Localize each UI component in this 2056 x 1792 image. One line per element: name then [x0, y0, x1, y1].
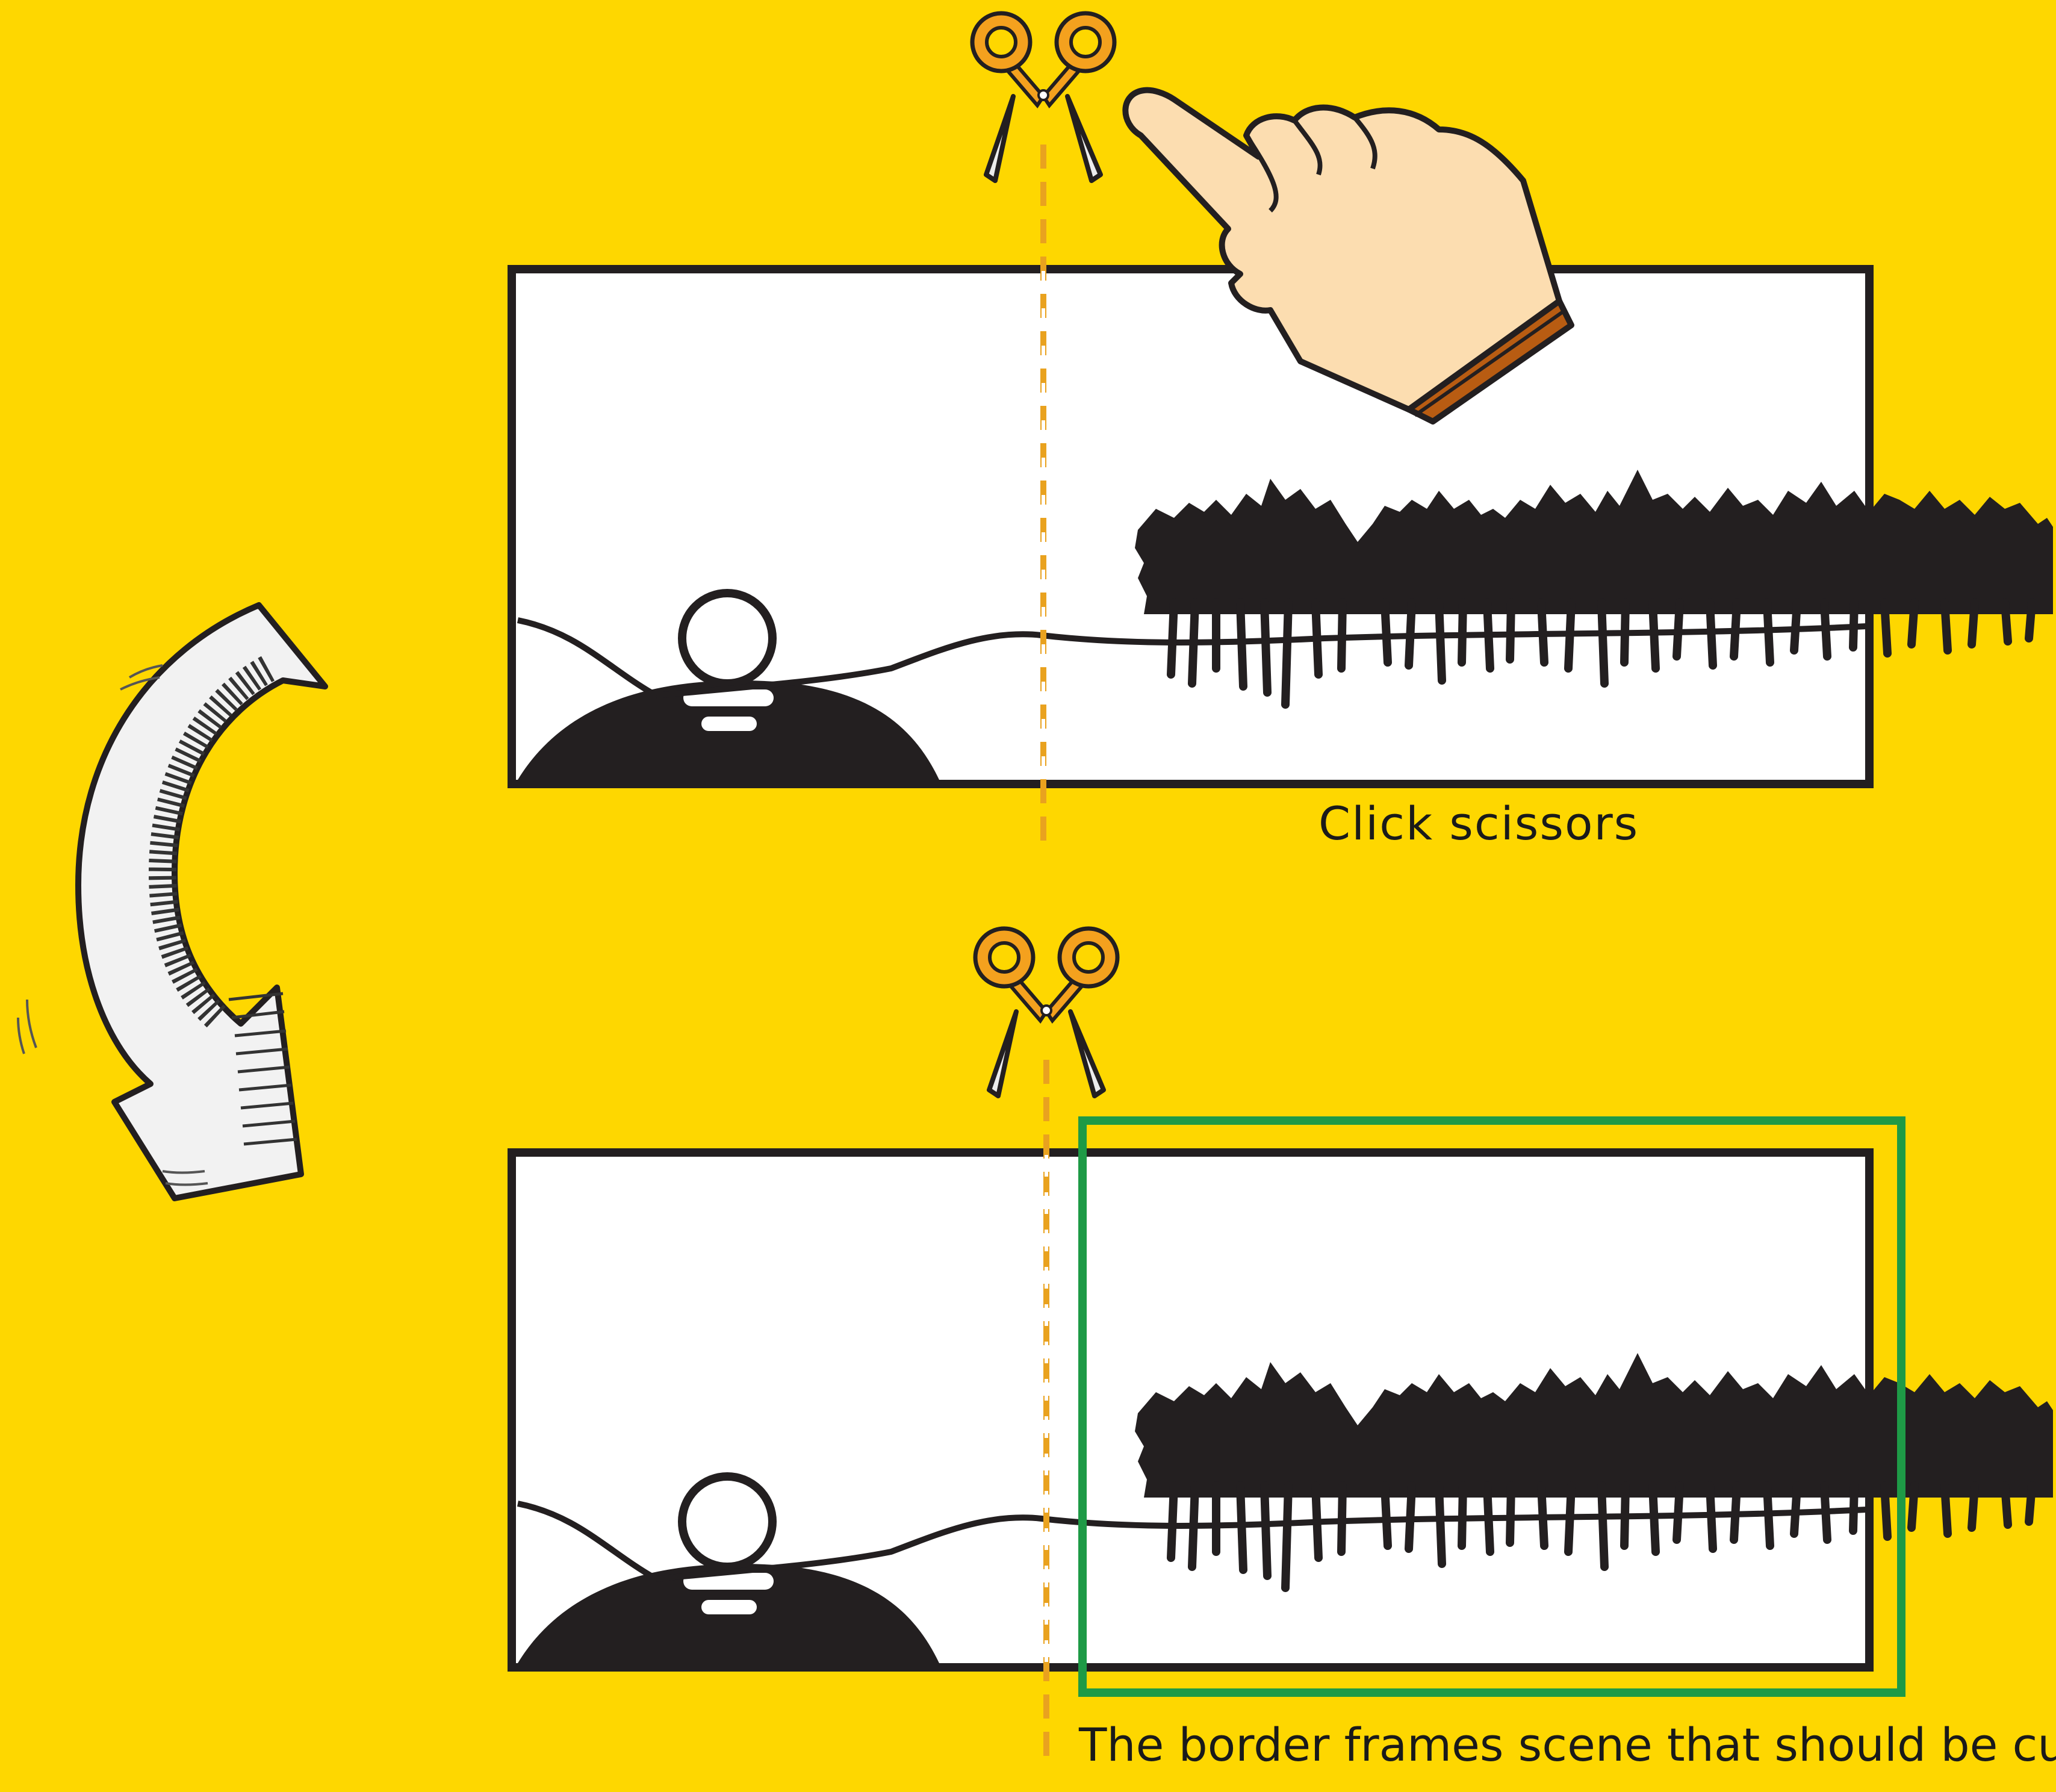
caption-click-scissors: Click scissors: [1318, 797, 1639, 850]
curved-down-arrow-icon: [17, 602, 328, 1201]
tutorial-canvas: Click scissors The border frames scene t…: [0, 0, 2056, 1792]
scene-panel-after: [508, 1148, 2053, 1672]
scene-panel-before: [508, 265, 2053, 788]
caption-border-frames: The border frames scene that should be c…: [1079, 1718, 2056, 1772]
